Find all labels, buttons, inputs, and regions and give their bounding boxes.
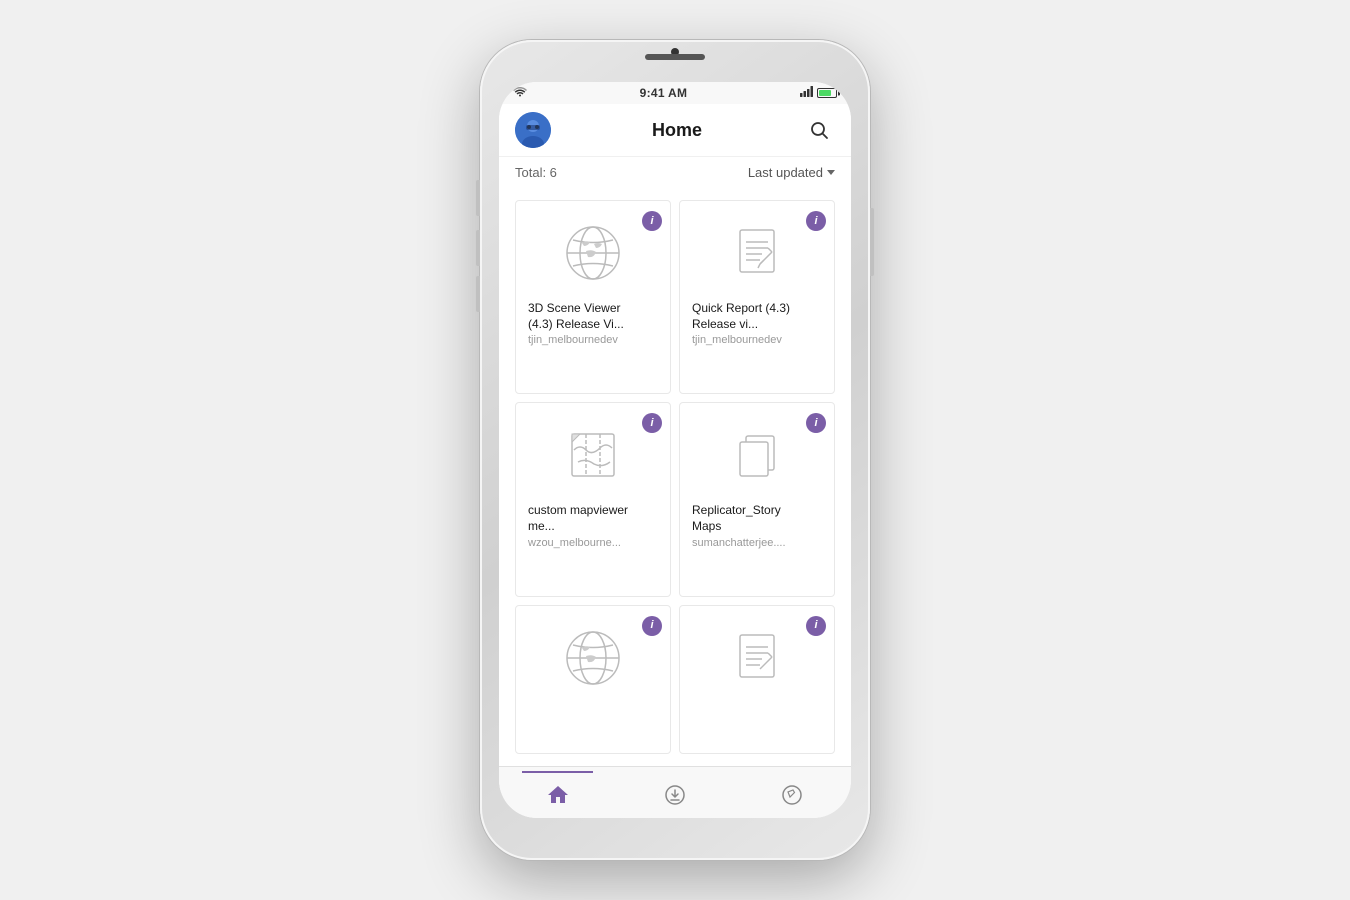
battery-icon bbox=[817, 88, 837, 98]
items-grid: i 3D Scene Viewer (4.3) Release Vi... tj… bbox=[499, 188, 851, 766]
item-icon-area-3 bbox=[528, 415, 658, 495]
info-button-4[interactable]: i bbox=[806, 413, 826, 433]
phone-outer: 9:41 AM bbox=[480, 40, 870, 860]
grid-item-5[interactable]: i bbox=[515, 605, 671, 754]
tab-download[interactable] bbox=[616, 771, 733, 818]
total-count: Total: 6 bbox=[515, 165, 557, 180]
item-title-4: Replicator_Story Maps bbox=[692, 503, 822, 534]
page-title: Home bbox=[652, 120, 702, 141]
tab-compass[interactable] bbox=[734, 771, 851, 818]
item-icon-area-2 bbox=[692, 213, 822, 293]
grid-item-3[interactable]: i custom mapviewer me... wzou_melbourne.… bbox=[515, 402, 671, 596]
item-icon-area-1 bbox=[528, 213, 658, 293]
info-button-1[interactable]: i bbox=[642, 211, 662, 231]
status-time: 9:41 AM bbox=[640, 86, 688, 100]
item-subtitle-4: sumanchatterjee.... bbox=[692, 537, 786, 549]
phone-screen: 9:41 AM bbox=[499, 82, 851, 818]
phone-wrapper: 9:41 AM bbox=[480, 40, 870, 860]
speaker-grill bbox=[645, 54, 705, 60]
status-bar: 9:41 AM bbox=[499, 82, 851, 104]
sort-selector[interactable]: Last updated bbox=[748, 165, 835, 180]
grid-item-6[interactable]: i bbox=[679, 605, 835, 754]
tab-bar bbox=[499, 766, 851, 818]
item-subtitle-1: tjin_melbournedev bbox=[528, 334, 618, 346]
item-title-3: custom mapviewer me... bbox=[528, 503, 658, 534]
info-label-1: i bbox=[650, 216, 653, 227]
item-title-2: Quick Report (4.3) Release vi... bbox=[692, 301, 822, 332]
info-button-6[interactable]: i bbox=[806, 616, 826, 636]
item-subtitle-2: tjin_melbournedev bbox=[692, 334, 782, 346]
grid-item-1[interactable]: i 3D Scene Viewer (4.3) Release Vi... tj… bbox=[515, 200, 671, 394]
screen-body: Home Total: 6 Last updated bbox=[499, 104, 851, 818]
info-label-4: i bbox=[814, 418, 817, 429]
status-right bbox=[800, 86, 837, 100]
nav-header: Home bbox=[499, 104, 851, 157]
grid-item-2[interactable]: i Quick Report (4.3) Release vi... tjin_… bbox=[679, 200, 835, 394]
info-button-5[interactable]: i bbox=[642, 616, 662, 636]
wifi-icon bbox=[513, 86, 527, 100]
item-subtitle-3: wzou_melbourne... bbox=[528, 537, 621, 549]
avatar[interactable] bbox=[515, 112, 551, 148]
signal-icon bbox=[800, 86, 814, 100]
info-label-2: i bbox=[814, 216, 817, 227]
grid-item-4[interactable]: i Replicator_Story Maps sumanchatterjee.… bbox=[679, 402, 835, 596]
sort-text: Last updated bbox=[748, 165, 823, 180]
sort-bar: Total: 6 Last updated bbox=[499, 157, 851, 188]
info-label-3: i bbox=[650, 418, 653, 429]
item-icon-area-4 bbox=[692, 415, 822, 495]
item-title-1: 3D Scene Viewer (4.3) Release Vi... bbox=[528, 301, 658, 332]
chevron-down-icon bbox=[827, 170, 835, 175]
status-left bbox=[513, 86, 527, 100]
item-icon-area-6 bbox=[692, 618, 822, 698]
item-icon-area-5 bbox=[528, 618, 658, 698]
info-button-2[interactable]: i bbox=[806, 211, 826, 231]
tab-home[interactable] bbox=[499, 771, 616, 818]
info-label-5: i bbox=[650, 620, 653, 631]
info-button-3[interactable]: i bbox=[642, 413, 662, 433]
info-label-6: i bbox=[814, 620, 817, 631]
search-button[interactable] bbox=[803, 114, 835, 146]
